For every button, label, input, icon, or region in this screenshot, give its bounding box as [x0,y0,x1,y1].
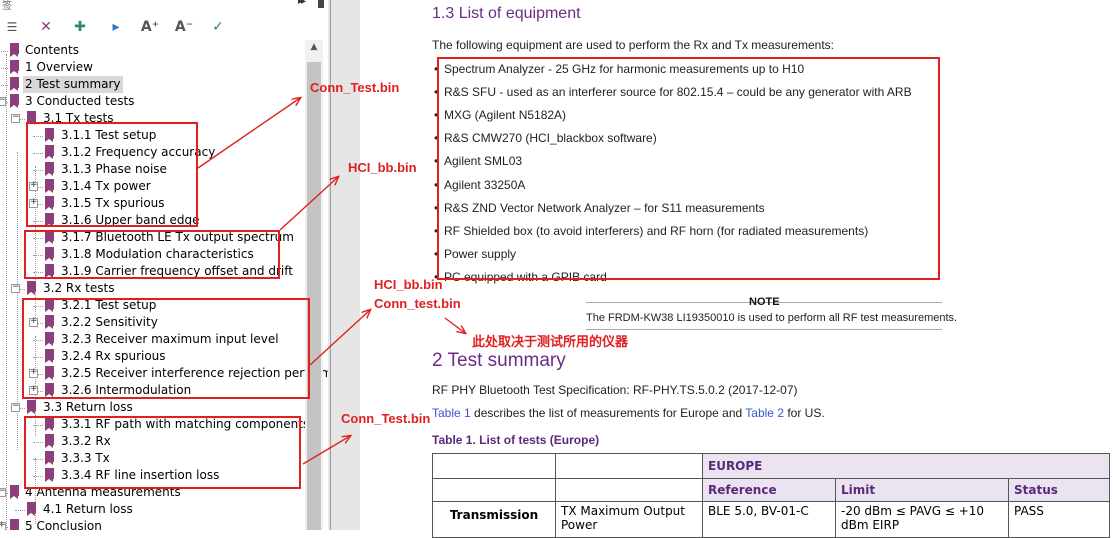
new-bookmark-icon[interactable]: ✚ [70,17,90,37]
bookmark-icon [27,502,36,516]
table-ref-end: for US. [784,406,825,420]
table-caption: Table 1. List of tests (Europe) [432,433,600,447]
collapse-icon[interactable]: − [11,282,20,293]
table-header-blank-3 [432,478,556,502]
test-table: EUROPE Reference Limit Status Transmissi… [432,453,1110,538]
font-larger-icon[interactable]: A⁺ [140,17,160,37]
table-cell: BLE 5.0, BV-01-C [702,501,836,538]
section-heading-1-3: 1.3 List of equipment [432,5,581,22]
equipment-intro: The following equipment are used to perf… [432,38,834,52]
collapse-icon[interactable]: − [0,95,6,106]
bookmark-icon [10,77,19,91]
bookmark-icon [10,43,19,57]
bookmark-item[interactable]: − 3.2 Rx tests [0,280,305,297]
bookmark-icon [10,485,19,499]
table-header-status: Status [1008,478,1110,502]
table-cell: -20 dBm ≤ PAVG ≤ +10 dBm EIRP [835,501,1009,538]
panel-header: 签 ▸▸ [0,0,328,12]
annotation-conn-test-3: Conn_Test.bin [341,411,431,426]
section-heading-2: 2 Test summary [432,350,566,371]
table-cell: PASS [1008,501,1110,538]
highlight-box-equipment [437,57,940,280]
options-menu-icon[interactable]: ☰ [2,17,22,37]
bookmark-item[interactable]: 2 Test summary [0,76,305,93]
highlight-box-tx-group-2 [24,230,280,279]
table-cell: Transmission [432,501,556,538]
table-header-reference: Reference [702,478,836,502]
table-header-blank-2 [555,453,703,479]
annotation-conn-test-1: Conn_Test.bin [310,80,400,95]
bookmark-item[interactable]: − 3.3 Return loss [0,399,305,416]
table-row: Transmission TX Maximum Output Power BLE… [432,501,1110,538]
table-header-blank-4 [555,478,703,502]
bookmark-item[interactable]: +5 Conclusion [0,518,305,530]
bookmark-icon [10,94,19,108]
bookmark-item[interactable]: 4.1 Return loss [0,501,305,518]
bookmark-icon [10,60,19,74]
collapse-icon[interactable]: − [11,112,20,123]
delete-bookmark-icon[interactable]: ✕ [36,17,56,37]
bookmark-item[interactable]: Contents [0,42,305,59]
panel-edge-handle[interactable] [318,0,324,8]
table-2-link[interactable]: Table 2 [745,406,784,420]
bookmark-label: 4.1 Return loss [43,502,133,516]
annotation-hci-bb-1: HCI_bb.bin [348,160,417,175]
expand-icon[interactable]: + [0,520,6,530]
table-reference-line: Table 1 describes the list of measuremen… [432,406,825,420]
scroll-thumb[interactable] [307,62,321,530]
table-header-blank [432,453,556,479]
highlight-box-rx-group [22,298,310,399]
table-cell: TX Maximum Output Power [555,501,703,538]
table-1-link[interactable]: Table 1 [432,406,471,420]
collapse-icon[interactable]: − [0,486,6,497]
font-smaller-icon[interactable]: A⁻ [174,17,194,37]
bookmark-label: 5 Conclusion [25,519,102,530]
find-bookmark-icon[interactable]: ✓ [208,17,228,37]
table-group-header: EUROPE [702,453,1110,479]
bookmark-label: 3.2 Rx tests [43,281,115,295]
bookmark-scrollbar[interactable]: ▲ [305,40,323,530]
bookmark-label: 3 Conducted tests [25,94,135,108]
collapse-icon[interactable]: − [11,401,20,412]
bookmark-item[interactable]: − 3 Conducted tests [0,93,305,110]
bookmark-icon [27,281,36,295]
bookmark-icon [10,519,19,530]
bookmark-item[interactable]: 1 Overview [0,59,305,76]
bookmark-label: Contents [25,43,79,57]
annotation-conn-test-2: Conn_test.bin [374,296,461,311]
annotation-hci-bb-2: HCI_bb.bin [374,277,443,292]
bookmark-label: 1 Overview [25,60,93,74]
scroll-up-icon[interactable]: ▲ [305,42,323,52]
note-title: NOTE [749,296,780,308]
note-rule-bottom [586,329,942,330]
table-ref-mid: describes the list of measurements for E… [470,406,746,420]
table-header-limit: Limit [835,478,1009,502]
bookmark-label: 2 Test summary [23,76,123,93]
annotation-chinese-note: 此处取决于测试所用的仪器 [472,334,629,349]
bookmark-icon [27,400,36,414]
highlight-box-tx-group-1 [26,122,198,227]
panel-tab-label: 签 [2,1,12,12]
bookmark-label: 3.3 Return loss [43,400,133,414]
spec-line: RF PHY Bluetooth Test Specification: RF-… [432,383,798,397]
highlight-box-return-loss [24,416,301,489]
bookmarks-toolbar: ☰ ✕ ✚ ▸ A⁺ A⁻ ✓ [0,14,310,40]
note-text: The FRDM-KW38 LI19350010 is used to perf… [586,312,958,324]
collapse-panel-icon[interactable]: ▸▸ [298,0,306,7]
expand-bookmark-icon[interactable]: ▸ [106,17,126,37]
